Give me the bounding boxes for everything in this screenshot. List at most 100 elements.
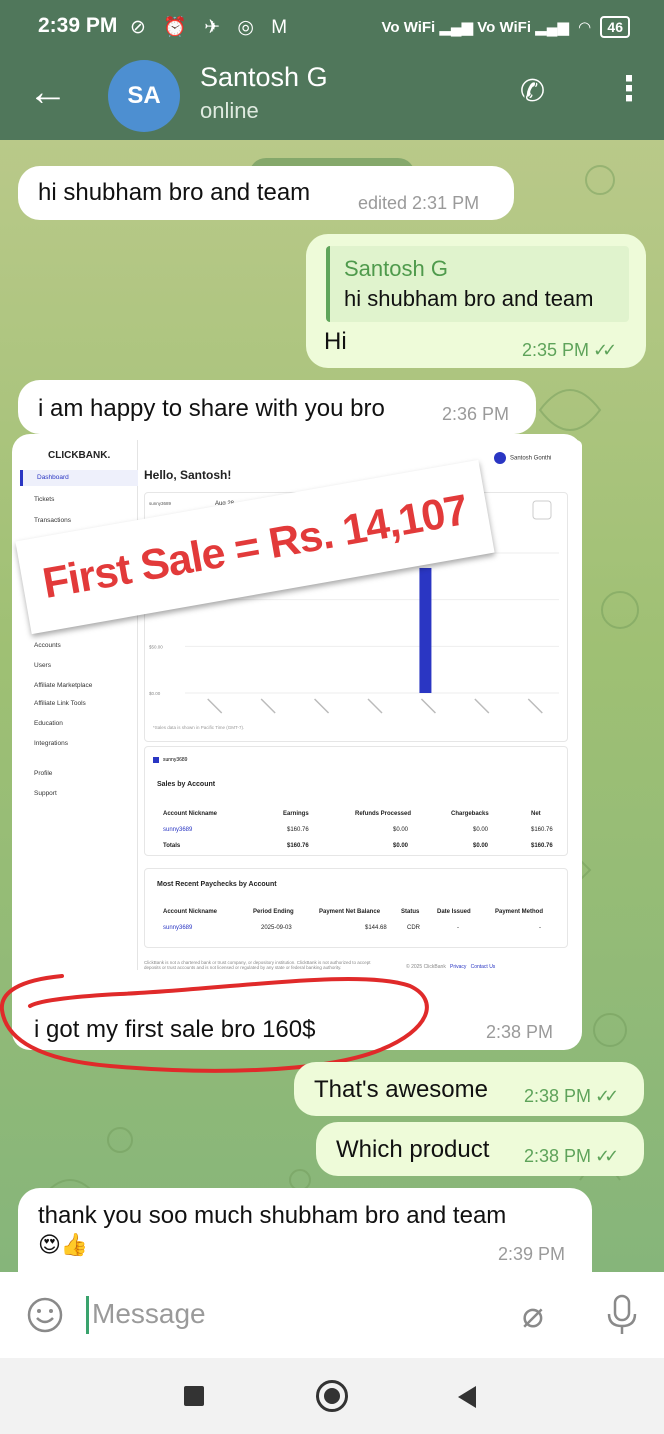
nav-education: Education bbox=[34, 720, 63, 727]
signal-icon: Vo WiFi ▂▄▆ Vo WiFi ▂▄▆ bbox=[381, 19, 569, 36]
message-time: 2:38 PM bbox=[524, 1086, 592, 1106]
text-cursor bbox=[86, 1296, 89, 1334]
message-text: That's awesome bbox=[314, 1076, 488, 1103]
cell: $144.68 bbox=[365, 925, 387, 931]
contact-name[interactable]: Santosh G bbox=[200, 62, 328, 93]
cell: CDR bbox=[407, 925, 420, 931]
status-time: 2:39 PM bbox=[38, 14, 118, 37]
message-incoming[interactable]: hi shubham bro and team edited 2:31 PM bbox=[18, 166, 514, 220]
system-nav-bar bbox=[0, 1358, 664, 1434]
message-time: edited 2:31 PM bbox=[358, 193, 480, 213]
chart-x-tick bbox=[474, 698, 490, 714]
footer-note: ClickBank is not a chartered bank or tru… bbox=[144, 960, 371, 970]
col-header: Status bbox=[401, 909, 420, 915]
clickbank-logo: CLICKBANK. bbox=[48, 450, 111, 461]
col-header: Earnings bbox=[283, 811, 309, 817]
paychecks-title: Most Recent Paychecks by Account bbox=[157, 881, 277, 888]
chart-x-tick bbox=[367, 698, 383, 714]
message-text: Which product bbox=[336, 1136, 490, 1163]
cell: $160.76 bbox=[287, 843, 309, 849]
message-time: 2:35 PM bbox=[522, 340, 590, 360]
chart-x-tick bbox=[420, 698, 436, 714]
message-incoming[interactable]: i am happy to share with you bro 2:36 PM bbox=[18, 380, 536, 434]
nav-support: Support bbox=[34, 790, 57, 797]
message-meta: 2:38 PM ✓✓ bbox=[524, 1146, 619, 1167]
message-outgoing[interactable]: That's awesome 2:38 PM ✓✓ bbox=[294, 1062, 644, 1116]
nav-transactions: Transactions bbox=[34, 517, 71, 524]
col-header: Chargebacks bbox=[451, 811, 489, 817]
read-ticks-icon: ✓✓ bbox=[595, 1146, 619, 1166]
message-outgoing[interactable]: Which product 2:38 PM ✓✓ bbox=[316, 1122, 644, 1176]
message-text: thank you soo much shubham bro and team bbox=[38, 1202, 507, 1229]
chart-x-tick bbox=[260, 698, 276, 714]
greeting: Hello, Santosh! bbox=[144, 468, 232, 482]
cell[interactable]: sunny3689 bbox=[163, 925, 192, 931]
cell[interactable]: sunny3689 bbox=[163, 827, 192, 833]
more-vertical-icon[interactable]: ⋮ bbox=[612, 72, 646, 106]
clickbank-sidebar: CLICKBANK. Dashboard Tickets Transaction… bbox=[20, 440, 138, 970]
nav-profile: Profile bbox=[34, 770, 53, 777]
reply-quote[interactable]: Santosh G hi shubham bro and team bbox=[326, 246, 629, 322]
message-time: 2:38 PM bbox=[486, 1022, 554, 1042]
square-icon[interactable] bbox=[184, 1386, 204, 1406]
contact-status: online bbox=[200, 98, 259, 123]
nav-users: Users bbox=[34, 662, 51, 669]
chart-bar bbox=[419, 567, 432, 693]
message-time: 2:38 PM bbox=[524, 1146, 592, 1166]
cell: $160.76 bbox=[287, 827, 309, 833]
status-notification-icons: ⊘ ⏰ ✈ ◎ M bbox=[130, 17, 294, 38]
message-input-bar: Message ⌀ bbox=[0, 1272, 664, 1358]
status-bar: 2:39 PM ⊘ ⏰ ✈ ◎ M Vo WiFi ▂▄▆ Vo WiFi ▂▄… bbox=[0, 0, 664, 56]
chart-x-tick bbox=[314, 698, 330, 714]
message-incoming[interactable]: thank you soo much shubham bro and team … bbox=[18, 1188, 592, 1272]
col-header: Net bbox=[531, 811, 541, 817]
chart-x-tick bbox=[527, 698, 543, 714]
cell: $0.00 bbox=[393, 827, 409, 833]
cell: - bbox=[539, 925, 541, 931]
contact-link[interactable]: Contact Us bbox=[471, 964, 496, 970]
battery-icon: 46 bbox=[600, 16, 630, 38]
triangle-back-icon[interactable] bbox=[458, 1386, 476, 1408]
col-header: Date Issued bbox=[437, 909, 471, 915]
phone-icon[interactable]: ✆ bbox=[520, 74, 545, 109]
read-ticks-icon: ✓✓ bbox=[595, 1086, 619, 1106]
col-header: Period Ending bbox=[253, 909, 294, 915]
smile-icon[interactable] bbox=[26, 1296, 64, 1334]
message-text: Hi bbox=[324, 328, 347, 355]
paychecks-card: Most Recent Paychecks by Account Account… bbox=[144, 868, 568, 948]
cell: $0.00 bbox=[473, 843, 489, 849]
avatar[interactable]: SA bbox=[108, 60, 180, 132]
back-arrow-icon[interactable]: ← bbox=[28, 72, 68, 112]
message-meta: 2:35 PM ✓✓ bbox=[522, 340, 617, 361]
download-icon[interactable] bbox=[532, 500, 552, 520]
cell: $0.00 bbox=[473, 827, 489, 833]
nav-affiliate-link-tools: Affiliate Link Tools bbox=[34, 700, 86, 707]
chat-header: ← SA Santosh G online ✆ ⋮ bbox=[0, 56, 664, 140]
paperclip-icon[interactable]: ⌀ bbox=[522, 1294, 544, 1336]
status-right: Vo WiFi ▂▄▆ Vo WiFi ▂▄▆ ◠ 46 bbox=[381, 16, 630, 38]
cell: Totals bbox=[163, 843, 181, 849]
privacy-link[interactable]: Privacy bbox=[450, 964, 466, 970]
message-outgoing[interactable]: Santosh G hi shubham bro and team Hi 2:3… bbox=[306, 234, 646, 368]
col-header: Payment Method bbox=[495, 909, 544, 915]
message-input[interactable]: Message bbox=[92, 1298, 206, 1330]
message-emoji: 😍👍 bbox=[38, 1232, 89, 1257]
nav-integrations: Integrations bbox=[34, 740, 68, 747]
quote-text: hi shubham bro and team bbox=[344, 286, 594, 311]
legend-swatch bbox=[153, 757, 159, 763]
wifi-icon: ◠ bbox=[578, 19, 591, 36]
col-header: Account Nickname bbox=[163, 909, 218, 915]
cell: - bbox=[457, 925, 459, 931]
quote-author: Santosh G bbox=[344, 256, 448, 281]
user-avatar bbox=[494, 452, 506, 464]
microphone-icon[interactable] bbox=[604, 1294, 640, 1338]
circle-icon[interactable] bbox=[316, 1380, 348, 1412]
sales-by-account-card: sunny3689 Sales by Account Account Nickn… bbox=[144, 746, 568, 856]
cell: 2025-09-03 bbox=[261, 925, 292, 931]
chart-note: *Sales data is shown in Pacific Time (GM… bbox=[153, 725, 244, 730]
message-text: i am happy to share with you bro bbox=[38, 395, 385, 422]
cell: $0.00 bbox=[393, 843, 409, 849]
nav-tickets: Tickets bbox=[34, 496, 55, 503]
user-menu: Santosh Gonthi bbox=[494, 452, 551, 464]
account-filter[interactable]: sunny3689 bbox=[149, 501, 172, 506]
